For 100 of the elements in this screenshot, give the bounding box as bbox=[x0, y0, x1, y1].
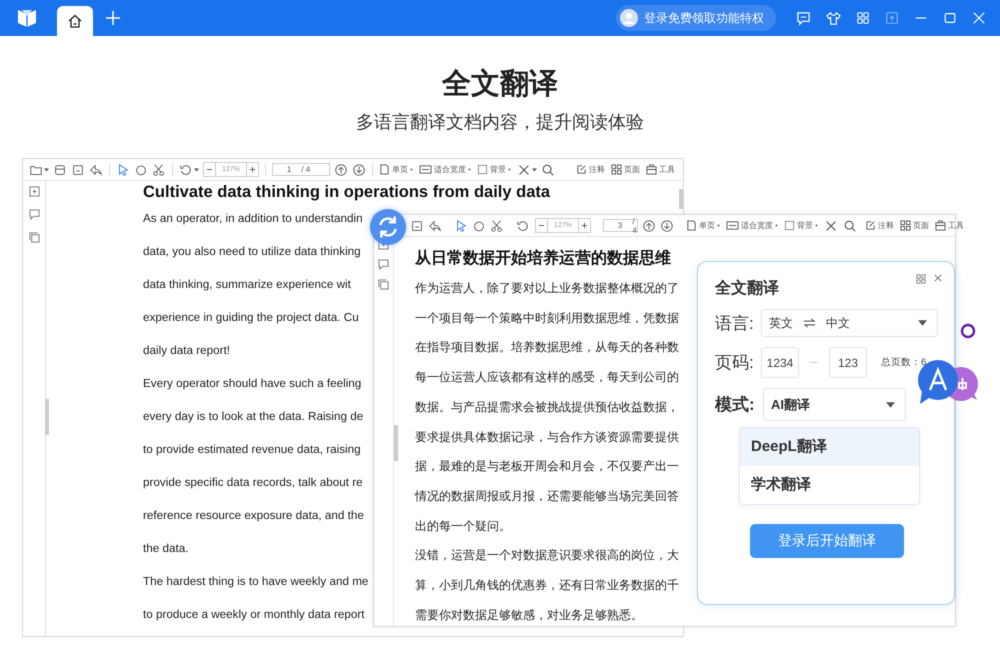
view-option[interactable]: 单页 bbox=[378, 164, 413, 175]
shirt-icon[interactable] bbox=[826, 10, 841, 26]
page-down-icon[interactable] bbox=[352, 162, 366, 176]
total-pages: 总页数：6 bbox=[881, 356, 926, 369]
text-line: 作为运营人，除了要对以上业务数据整体概况的了 bbox=[415, 280, 679, 297]
dot-icon bbox=[716, 224, 720, 227]
zoom-out-button[interactable] bbox=[204, 166, 215, 173]
text-line: 每一位运营人应该都有这样的感受，每天到公司的 bbox=[415, 369, 679, 386]
share-icon[interactable] bbox=[89, 162, 103, 176]
bookmark-icon[interactable] bbox=[28, 186, 40, 197]
hero-title: 全文翻译 bbox=[440, 67, 559, 102]
scissors-icon[interactable] bbox=[152, 162, 166, 176]
comment-icon[interactable] bbox=[378, 259, 389, 270]
toolbar-tab[interactable]: 页面 bbox=[900, 220, 929, 231]
view-option[interactable]: 适合宽度 bbox=[726, 220, 778, 231]
text-line: As an operator, in addition to understandin bbox=[143, 211, 363, 227]
page-down-icon[interactable] bbox=[660, 218, 674, 232]
toolbox-icon bbox=[934, 220, 946, 231]
close-icon[interactable] bbox=[934, 274, 942, 282]
search-icon[interactable] bbox=[842, 218, 857, 232]
close-icon[interactable] bbox=[516, 162, 531, 176]
toolbar-tab[interactable]: 工具 bbox=[934, 220, 964, 231]
plus-icon bbox=[580, 222, 588, 229]
toolbar-tab[interactable]: 注释 bbox=[864, 220, 894, 231]
text-line: experience in guiding the project data. Cu bbox=[143, 310, 359, 326]
minus-icon bbox=[538, 222, 545, 229]
page-up-icon[interactable] bbox=[334, 162, 348, 176]
page-up-icon[interactable] bbox=[642, 218, 656, 232]
view-option[interactable]: 背景 bbox=[784, 220, 818, 231]
search-icon[interactable] bbox=[540, 162, 555, 176]
text-line: 在指导项目数据。培养数据思维，从每天的各种数 bbox=[415, 339, 679, 356]
view-option[interactable]: 单页 bbox=[686, 220, 720, 231]
page-icon bbox=[378, 164, 390, 175]
caret-icon bbox=[918, 320, 927, 326]
pointer-icon[interactable] bbox=[116, 162, 130, 176]
rotate-icon[interactable] bbox=[516, 218, 530, 232]
text-line: Every operator should have such a feeling bbox=[143, 376, 362, 392]
message-icon[interactable] bbox=[796, 10, 811, 26]
minus-icon bbox=[206, 166, 213, 173]
page-number-field[interactable]: 1 / 4 bbox=[272, 163, 330, 176]
pointer-icon[interactable] bbox=[454, 218, 468, 232]
toolbar-tab[interactable]: 页面 bbox=[611, 164, 640, 175]
panel-title: 全文翻译 bbox=[715, 278, 780, 299]
text-line: 算，小到几角钱的优惠券，还有日常业务数据的千 bbox=[415, 577, 679, 594]
fit-width-icon bbox=[726, 220, 739, 231]
avatar-icon bbox=[620, 9, 638, 27]
view-option[interactable]: 背景 bbox=[476, 164, 511, 175]
comment-icon[interactable] bbox=[28, 209, 40, 220]
share-icon[interactable] bbox=[428, 218, 442, 232]
ring-icon bbox=[960, 323, 976, 339]
language-label: 语言: bbox=[715, 312, 755, 334]
close-icon[interactable] bbox=[824, 218, 838, 232]
text-line: data, you also need to utilize data thinking bbox=[143, 244, 361, 260]
home-tab[interactable] bbox=[57, 6, 93, 36]
sync-icon[interactable] bbox=[369, 208, 407, 246]
text-line: daily data report! bbox=[143, 343, 230, 359]
checkbox-icon bbox=[476, 164, 488, 175]
collapse-handle[interactable] bbox=[394, 425, 398, 461]
caret-icon bbox=[886, 402, 895, 408]
toolbar-tab[interactable]: 注释 bbox=[576, 164, 605, 175]
grid-icon[interactable] bbox=[856, 11, 870, 25]
collapse-handle[interactable] bbox=[45, 399, 49, 435]
page-icon bbox=[686, 220, 697, 231]
page-from-field[interactable]: 1234 bbox=[761, 347, 799, 378]
view-option[interactable]: 适合宽度 bbox=[418, 164, 471, 175]
grid-icon bbox=[611, 164, 622, 175]
login-button[interactable]: 登录免费领取功能特权 bbox=[616, 5, 776, 31]
language-select[interactable]: 英文 中文 bbox=[761, 309, 938, 337]
scissors-icon[interactable] bbox=[490, 218, 504, 232]
mode-option[interactable]: DeepL翻译 bbox=[740, 428, 919, 466]
maximize-icon[interactable] bbox=[943, 11, 957, 25]
zoom-out-button[interactable] bbox=[536, 222, 547, 229]
text-line: reference resource exposure data, and the bbox=[143, 508, 364, 524]
hero-subtitle: 多语言翻译文档内容，提升阅读体验 bbox=[355, 111, 645, 134]
toolbox-icon bbox=[646, 164, 657, 175]
mode-option[interactable]: 学术翻译 bbox=[740, 466, 919, 504]
edit-icon bbox=[864, 220, 876, 231]
save-icon[interactable] bbox=[71, 162, 85, 176]
document-heading: 从日常数据开始培养运营的数据思维 bbox=[415, 248, 671, 269]
page-number-field[interactable]: 3 / 4 bbox=[602, 219, 638, 232]
caret-icon bbox=[194, 168, 199, 172]
grid-icon[interactable] bbox=[916, 274, 926, 284]
dot-icon bbox=[508, 168, 511, 171]
toolbar-tab[interactable]: 工具 bbox=[646, 164, 675, 175]
text-line: 需要你对数据足够敏感，对业务足够熟悉。 bbox=[415, 606, 643, 624]
scrollbar[interactable] bbox=[679, 189, 683, 209]
new-tab-icon[interactable] bbox=[106, 11, 120, 25]
save-icon[interactable] bbox=[410, 218, 424, 232]
rotate-icon[interactable] bbox=[179, 162, 193, 176]
page-to-field[interactable]: 123 bbox=[829, 347, 867, 378]
pages-icon[interactable] bbox=[28, 232, 40, 243]
text-line: 情况的数据周报或月报，还需要能够当场完美回答 bbox=[415, 488, 679, 505]
mode-select[interactable]: AI翻译 bbox=[763, 388, 906, 421]
text-line: data thinking, summarize experience wit bbox=[143, 277, 351, 293]
text-line: 出的每一个疑问。 bbox=[415, 518, 511, 535]
text-line: to produce a weekly or monthly data report bbox=[143, 607, 365, 623]
pages-label: 页码: bbox=[715, 352, 755, 374]
text-line: every day is to look at the data. Raising de bbox=[143, 409, 364, 425]
pages-icon[interactable] bbox=[378, 279, 389, 290]
text-line: 一个项目每一个策略中时刻利用数据思维，凭数据 bbox=[415, 310, 679, 327]
